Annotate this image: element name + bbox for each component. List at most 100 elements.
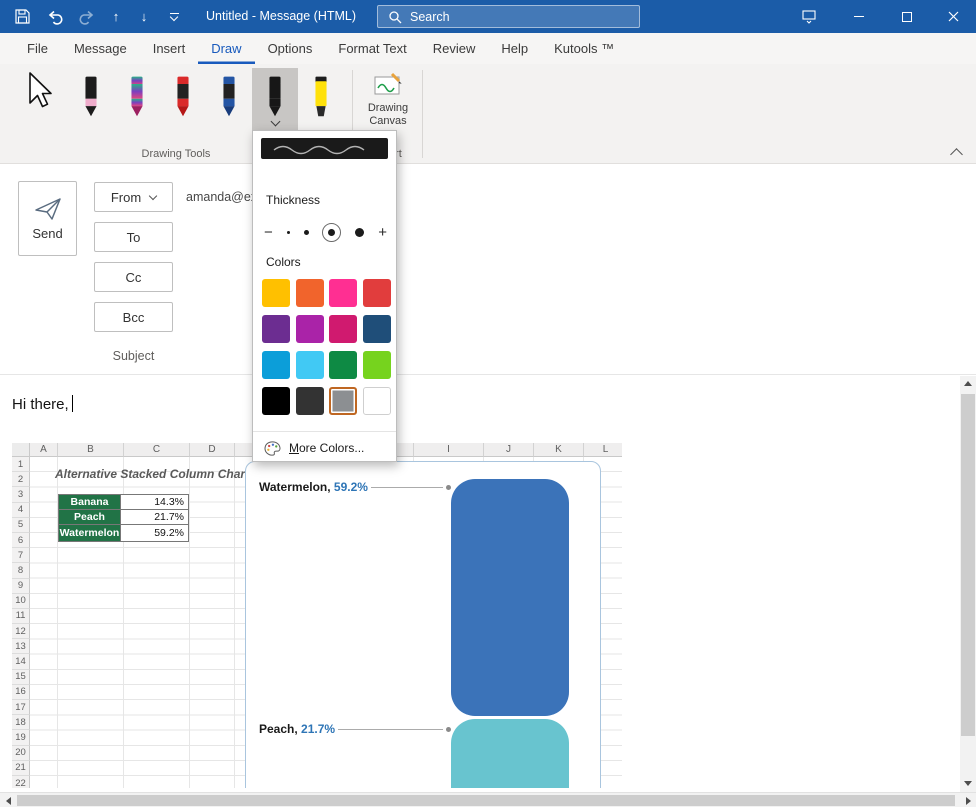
tab-help[interactable]: Help xyxy=(488,33,541,64)
row-header: 7 xyxy=(12,548,30,563)
row-header: 15 xyxy=(12,670,30,685)
tab-format-text[interactable]: Format Text xyxy=(325,33,419,64)
horizontal-scrollbar-thumb[interactable] xyxy=(17,795,955,806)
red-pen[interactable] xyxy=(160,68,206,132)
message-body[interactable]: Hi there, ABCDEFGHIJKL 12345678910111213… xyxy=(0,375,960,792)
undo-icon[interactable] xyxy=(42,0,70,33)
send-icon xyxy=(33,196,63,222)
blue-pen[interactable] xyxy=(206,68,252,132)
increase-thickness-button[interactable]: + xyxy=(378,225,387,240)
alternative-stacked-column-chart: Watermelon, 59.2%Peach, 21.7% xyxy=(245,461,601,788)
select-tool-button[interactable] xyxy=(20,70,54,117)
row-header: 8 xyxy=(12,563,30,578)
scroll-up-button[interactable] xyxy=(960,376,976,391)
color-swatch[interactable] xyxy=(296,351,324,379)
tab-draw[interactable]: Draw xyxy=(198,33,254,64)
tab-kutools[interactable]: Kutools ™ xyxy=(541,33,627,64)
color-swatch[interactable] xyxy=(329,315,357,343)
color-swatch[interactable] xyxy=(296,315,324,343)
row-header: 14 xyxy=(12,654,30,669)
colors-label: Colors xyxy=(266,255,301,269)
chevron-down-icon[interactable] xyxy=(270,117,280,127)
leader-line xyxy=(338,729,443,730)
from-address-value: amanda@ex xyxy=(186,190,257,204)
color-swatch[interactable] xyxy=(262,279,290,307)
tab-file[interactable]: File xyxy=(14,33,61,64)
minimize-button[interactable] xyxy=(836,0,881,33)
color-swatch[interactable] xyxy=(262,387,290,415)
scroll-down-button[interactable] xyxy=(960,776,976,791)
pencil[interactable] xyxy=(68,68,114,132)
color-swatch[interactable] xyxy=(363,315,391,343)
from-button[interactable]: From xyxy=(94,182,173,212)
save-icon[interactable] xyxy=(8,0,36,33)
value-cell: 21.7% xyxy=(121,510,188,525)
pen-options-menu: Thickness −+ Colors More Colors... xyxy=(252,130,397,462)
black-pen[interactable] xyxy=(252,68,298,132)
send-button[interactable]: Send xyxy=(18,181,77,256)
row-header: 3 xyxy=(12,487,30,502)
column-header-d: D xyxy=(190,443,235,457)
row-header: 16 xyxy=(12,685,30,700)
vertical-scrollbar[interactable] xyxy=(960,376,976,792)
scroll-left-button[interactable] xyxy=(0,793,16,807)
row-headers: 12345678910111213141516171819202122 xyxy=(12,457,30,788)
horizontal-scrollbar[interactable] xyxy=(0,792,976,807)
color-swatch[interactable] xyxy=(296,387,324,415)
row-header: 21 xyxy=(12,761,30,776)
color-swatch[interactable] xyxy=(363,351,391,379)
color-swatch[interactable] xyxy=(363,279,391,307)
color-swatch[interactable] xyxy=(262,315,290,343)
collapse-ribbon-icon[interactable] xyxy=(950,148,963,161)
color-swatch[interactable] xyxy=(363,387,391,415)
menu-divider xyxy=(253,431,396,432)
color-swatch[interactable] xyxy=(296,279,324,307)
scroll-right-button[interactable] xyxy=(960,793,976,807)
search-input[interactable]: Search xyxy=(377,5,640,28)
from-label: From xyxy=(111,190,141,205)
move-up-icon[interactable]: ↑ xyxy=(102,0,130,33)
galaxy-pen[interactable] xyxy=(114,68,160,132)
thickness-option[interactable] xyxy=(355,228,364,237)
row-header: 18 xyxy=(12,715,30,730)
value-cell: 14.3% xyxy=(121,495,188,510)
more-colors-button[interactable]: More Colors... xyxy=(264,436,389,460)
color-swatch[interactable] xyxy=(262,351,290,379)
category-cell: Banana xyxy=(59,495,121,510)
ribbon: Drawing Canvas Drawing Tools Insert xyxy=(0,64,976,164)
color-swatch[interactable] xyxy=(329,279,357,307)
bcc-button[interactable]: Bcc xyxy=(94,302,173,332)
color-swatch[interactable] xyxy=(329,387,357,415)
text-caret xyxy=(72,395,74,412)
thickness-option-selected[interactable] xyxy=(322,223,341,242)
leader-line xyxy=(371,487,443,488)
cc-button[interactable]: Cc xyxy=(94,262,173,292)
tab-options[interactable]: Options xyxy=(255,33,326,64)
tab-message[interactable]: Message xyxy=(61,33,140,64)
ribbon-display-options-icon[interactable] xyxy=(793,0,825,33)
drawing-canvas-label: Drawing Canvas xyxy=(361,102,415,128)
move-down-icon[interactable]: ↓ xyxy=(130,0,158,33)
thickness-dot xyxy=(328,229,335,236)
column-header-a: A xyxy=(30,443,58,457)
maximize-button[interactable] xyxy=(884,0,929,33)
to-button[interactable]: To xyxy=(94,222,173,252)
tab-insert[interactable]: Insert xyxy=(140,33,199,64)
label-category: Peach, xyxy=(259,722,301,736)
vertical-scrollbar-thumb[interactable] xyxy=(961,394,975,736)
search-label: Search xyxy=(410,10,450,24)
column-header-k: K xyxy=(534,443,584,457)
customize-quick-access-toolbar-icon[interactable] xyxy=(160,0,188,33)
yellow-highlighter[interactable] xyxy=(298,68,344,132)
tab-review[interactable]: Review xyxy=(420,33,489,64)
redo-icon[interactable] xyxy=(72,0,100,33)
color-swatch[interactable] xyxy=(329,351,357,379)
close-button[interactable] xyxy=(931,0,976,33)
search-icon xyxy=(388,10,402,24)
thickness-option[interactable] xyxy=(287,231,290,234)
embedded-spreadsheet-image[interactable]: ABCDEFGHIJKL 123456789101112131415161718… xyxy=(12,443,622,788)
decrease-thickness-button[interactable]: − xyxy=(264,225,273,240)
leader-dot xyxy=(446,485,451,490)
category-cell: Watermelon xyxy=(59,525,121,540)
thickness-option[interactable] xyxy=(304,230,309,235)
